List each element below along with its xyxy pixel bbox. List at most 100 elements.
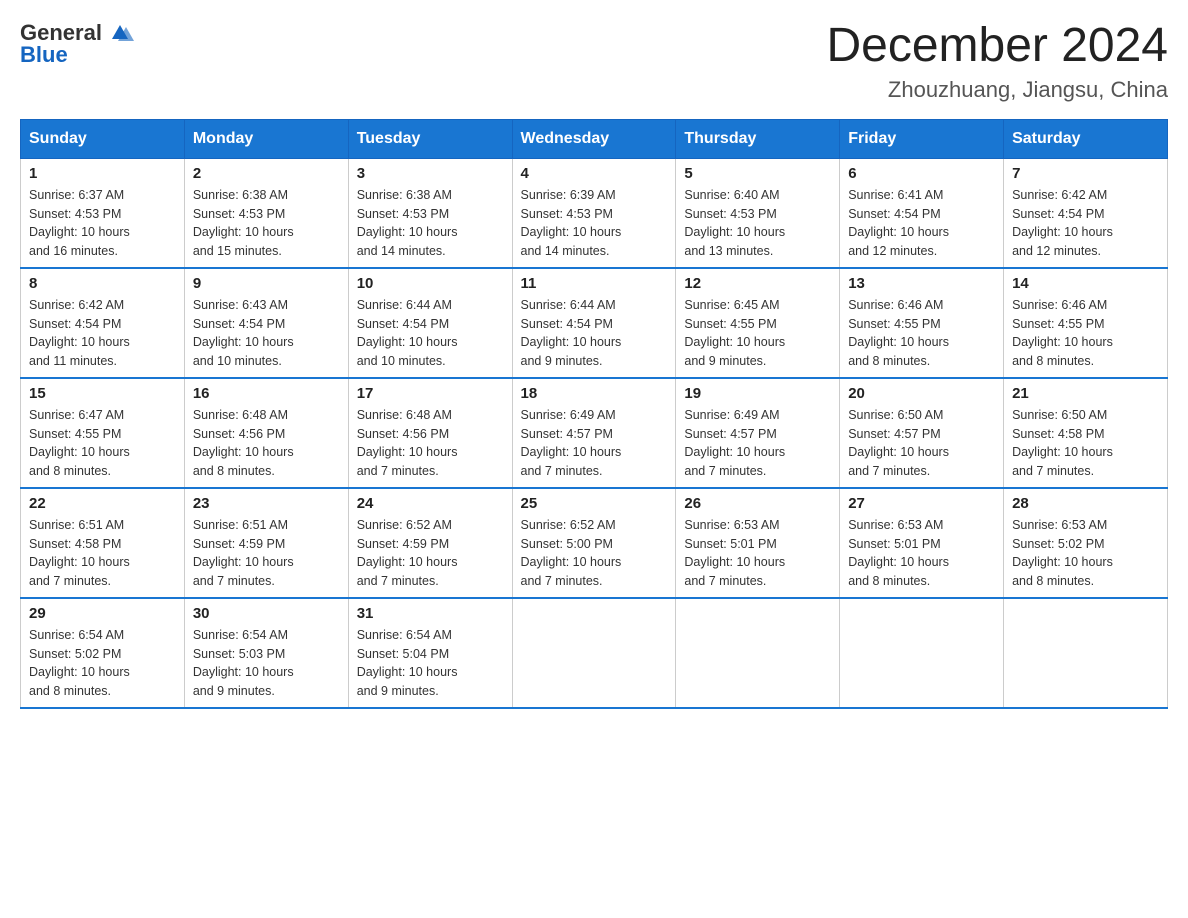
calendar-cell: 13 Sunrise: 6:46 AM Sunset: 4:55 PM Dayl… [840,268,1004,378]
calendar-cell: 22 Sunrise: 6:51 AM Sunset: 4:58 PM Dayl… [21,488,185,598]
day-number: 9 [193,275,340,292]
day-info: Sunrise: 6:39 AM Sunset: 4:53 PM Dayligh… [521,186,668,261]
day-number: 24 [357,495,504,512]
day-number: 23 [193,495,340,512]
day-number: 28 [1012,495,1159,512]
day-number: 22 [29,495,176,512]
calendar-cell: 29 Sunrise: 6:54 AM Sunset: 5:02 PM Dayl… [21,598,185,708]
day-number: 14 [1012,275,1159,292]
day-number: 21 [1012,385,1159,402]
calendar-week-row: 29 Sunrise: 6:54 AM Sunset: 5:02 PM Dayl… [21,598,1168,708]
day-info: Sunrise: 6:53 AM Sunset: 5:02 PM Dayligh… [1012,516,1159,591]
calendar-week-row: 22 Sunrise: 6:51 AM Sunset: 4:58 PM Dayl… [21,488,1168,598]
weekday-header-row: SundayMondayTuesdayWednesdayThursdayFrid… [21,119,1168,158]
day-info: Sunrise: 6:52 AM Sunset: 5:00 PM Dayligh… [521,516,668,591]
day-info: Sunrise: 6:41 AM Sunset: 4:54 PM Dayligh… [848,186,995,261]
day-info: Sunrise: 6:54 AM Sunset: 5:04 PM Dayligh… [357,626,504,701]
day-number: 8 [29,275,176,292]
month-title: December 2024 [826,20,1168,73]
day-number: 17 [357,385,504,402]
day-number: 18 [521,385,668,402]
calendar-cell: 10 Sunrise: 6:44 AM Sunset: 4:54 PM Dayl… [348,268,512,378]
weekday-header-sunday: Sunday [21,119,185,158]
day-info: Sunrise: 6:46 AM Sunset: 4:55 PM Dayligh… [848,296,995,371]
weekday-header-thursday: Thursday [676,119,840,158]
day-info: Sunrise: 6:51 AM Sunset: 4:58 PM Dayligh… [29,516,176,591]
day-info: Sunrise: 6:50 AM Sunset: 4:58 PM Dayligh… [1012,406,1159,481]
day-number: 19 [684,385,831,402]
calendar-cell: 26 Sunrise: 6:53 AM Sunset: 5:01 PM Dayl… [676,488,840,598]
day-number: 15 [29,385,176,402]
day-info: Sunrise: 6:48 AM Sunset: 4:56 PM Dayligh… [193,406,340,481]
calendar-cell [840,598,1004,708]
calendar-cell: 6 Sunrise: 6:41 AM Sunset: 4:54 PM Dayli… [840,158,1004,268]
day-number: 6 [848,165,995,182]
calendar-week-row: 8 Sunrise: 6:42 AM Sunset: 4:54 PM Dayli… [21,268,1168,378]
calendar-week-row: 1 Sunrise: 6:37 AM Sunset: 4:53 PM Dayli… [21,158,1168,268]
calendar-cell [676,598,840,708]
day-info: Sunrise: 6:37 AM Sunset: 4:53 PM Dayligh… [29,186,176,261]
title-block: December 2024 Zhouzhuang, Jiangsu, China [826,20,1168,103]
calendar-cell [1004,598,1168,708]
day-number: 1 [29,165,176,182]
calendar-cell: 14 Sunrise: 6:46 AM Sunset: 4:55 PM Dayl… [1004,268,1168,378]
day-number: 11 [521,275,668,292]
calendar-cell: 16 Sunrise: 6:48 AM Sunset: 4:56 PM Dayl… [184,378,348,488]
day-info: Sunrise: 6:50 AM Sunset: 4:57 PM Dayligh… [848,406,995,481]
day-info: Sunrise: 6:51 AM Sunset: 4:59 PM Dayligh… [193,516,340,591]
day-info: Sunrise: 6:42 AM Sunset: 4:54 PM Dayligh… [29,296,176,371]
day-number: 5 [684,165,831,182]
day-info: Sunrise: 6:42 AM Sunset: 4:54 PM Dayligh… [1012,186,1159,261]
day-number: 3 [357,165,504,182]
calendar-cell: 12 Sunrise: 6:45 AM Sunset: 4:55 PM Dayl… [676,268,840,378]
day-info: Sunrise: 6:49 AM Sunset: 4:57 PM Dayligh… [684,406,831,481]
location-text: Zhouzhuang, Jiangsu, China [826,77,1168,103]
calendar-cell: 1 Sunrise: 6:37 AM Sunset: 4:53 PM Dayli… [21,158,185,268]
page-header: General Blue December 2024 Zhouzhuang, J… [20,20,1168,103]
day-number: 31 [357,605,504,622]
day-number: 26 [684,495,831,512]
calendar-cell: 17 Sunrise: 6:48 AM Sunset: 4:56 PM Dayl… [348,378,512,488]
weekday-header-tuesday: Tuesday [348,119,512,158]
weekday-header-friday: Friday [840,119,1004,158]
calendar-cell: 9 Sunrise: 6:43 AM Sunset: 4:54 PM Dayli… [184,268,348,378]
calendar-cell: 8 Sunrise: 6:42 AM Sunset: 4:54 PM Dayli… [21,268,185,378]
day-number: 25 [521,495,668,512]
day-info: Sunrise: 6:44 AM Sunset: 4:54 PM Dayligh… [521,296,668,371]
calendar-cell: 4 Sunrise: 6:39 AM Sunset: 4:53 PM Dayli… [512,158,676,268]
day-number: 13 [848,275,995,292]
day-info: Sunrise: 6:52 AM Sunset: 4:59 PM Dayligh… [357,516,504,591]
day-info: Sunrise: 6:40 AM Sunset: 4:53 PM Dayligh… [684,186,831,261]
day-info: Sunrise: 6:48 AM Sunset: 4:56 PM Dayligh… [357,406,504,481]
calendar-cell: 5 Sunrise: 6:40 AM Sunset: 4:53 PM Dayli… [676,158,840,268]
calendar-cell: 27 Sunrise: 6:53 AM Sunset: 5:01 PM Dayl… [840,488,1004,598]
calendar-cell: 28 Sunrise: 6:53 AM Sunset: 5:02 PM Dayl… [1004,488,1168,598]
weekday-header-wednesday: Wednesday [512,119,676,158]
calendar-cell [512,598,676,708]
day-info: Sunrise: 6:53 AM Sunset: 5:01 PM Dayligh… [684,516,831,591]
calendar-cell: 18 Sunrise: 6:49 AM Sunset: 4:57 PM Dayl… [512,378,676,488]
day-number: 20 [848,385,995,402]
day-info: Sunrise: 6:45 AM Sunset: 4:55 PM Dayligh… [684,296,831,371]
calendar-cell: 31 Sunrise: 6:54 AM Sunset: 5:04 PM Dayl… [348,598,512,708]
calendar-cell: 25 Sunrise: 6:52 AM Sunset: 5:00 PM Dayl… [512,488,676,598]
day-number: 29 [29,605,176,622]
day-info: Sunrise: 6:43 AM Sunset: 4:54 PM Dayligh… [193,296,340,371]
calendar-cell: 24 Sunrise: 6:52 AM Sunset: 4:59 PM Dayl… [348,488,512,598]
weekday-header-monday: Monday [184,119,348,158]
day-info: Sunrise: 6:38 AM Sunset: 4:53 PM Dayligh… [357,186,504,261]
logo: General Blue [20,20,134,68]
weekday-header-saturday: Saturday [1004,119,1168,158]
calendar-cell: 20 Sunrise: 6:50 AM Sunset: 4:57 PM Dayl… [840,378,1004,488]
calendar-cell: 7 Sunrise: 6:42 AM Sunset: 4:54 PM Dayli… [1004,158,1168,268]
day-number: 30 [193,605,340,622]
calendar-cell: 19 Sunrise: 6:49 AM Sunset: 4:57 PM Dayl… [676,378,840,488]
day-number: 4 [521,165,668,182]
calendar-cell: 11 Sunrise: 6:44 AM Sunset: 4:54 PM Dayl… [512,268,676,378]
calendar-cell: 30 Sunrise: 6:54 AM Sunset: 5:03 PM Dayl… [184,598,348,708]
calendar-cell: 23 Sunrise: 6:51 AM Sunset: 4:59 PM Dayl… [184,488,348,598]
day-number: 16 [193,385,340,402]
day-info: Sunrise: 6:53 AM Sunset: 5:01 PM Dayligh… [848,516,995,591]
day-number: 10 [357,275,504,292]
calendar-cell: 21 Sunrise: 6:50 AM Sunset: 4:58 PM Dayl… [1004,378,1168,488]
